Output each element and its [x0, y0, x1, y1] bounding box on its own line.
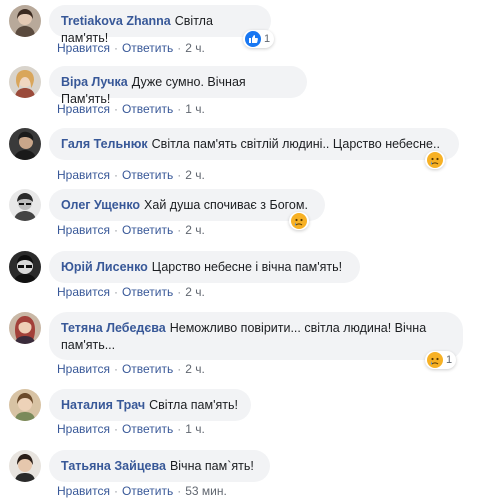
- reply-link[interactable]: Ответить: [122, 422, 173, 436]
- comment-author[interactable]: Галя Тельнюк: [61, 137, 148, 151]
- comment-author[interactable]: Віра Лучка: [61, 75, 128, 89]
- comment-bubble: Наталия Трач Світла пам'ять!: [49, 389, 251, 421]
- comment-bubble: Юрій Лисенко Царство небесне і вічна пам'…: [49, 251, 360, 283]
- comments-list: Tretiakova Zhanna Світла пам'ять! 1 Нрави…: [0, 0, 491, 502]
- reaction-count: 1: [264, 33, 271, 45]
- comment-author[interactable]: Наталия Трач: [61, 398, 145, 412]
- comment-author[interactable]: Юрій Лисенко: [61, 260, 148, 274]
- reply-link[interactable]: Ответить: [122, 484, 173, 498]
- avatar[interactable]: [9, 66, 41, 98]
- avatar[interactable]: [9, 128, 41, 160]
- comment-time[interactable]: 1 ч.: [185, 102, 205, 116]
- reaction-badge[interactable]: [289, 212, 309, 230]
- comment-text: Царство небесне і вічна пам'ять!: [151, 260, 343, 274]
- reply-link[interactable]: Ответить: [122, 362, 173, 376]
- comment-author[interactable]: Татьяна Зайцева: [61, 459, 166, 473]
- avatar[interactable]: [9, 450, 41, 482]
- reaction-badge[interactable]: 1: [243, 30, 275, 48]
- like-link[interactable]: Нравится: [57, 362, 110, 376]
- like-link[interactable]: Нравится: [57, 422, 110, 436]
- like-link[interactable]: Нравится: [57, 102, 110, 116]
- comment-bubble: Татьяна Зайцева Вічна пам`ять!: [49, 450, 270, 482]
- comment-time[interactable]: 2 ч.: [185, 168, 205, 182]
- comment-bubble: Віра Лучка Дуже сумно. Вічная Пам'ять!: [49, 66, 307, 106]
- comment-author[interactable]: Тетяна Лебедєва: [61, 321, 166, 335]
- comment-actions: Нравится · Ответить · 53 мин.: [57, 484, 227, 498]
- comment-actions: Нравится · Ответить · 1 ч.: [57, 422, 205, 436]
- comment-text: Світла пам'ять світлій людині.. Царство …: [151, 137, 440, 151]
- comment-actions: Нравится · Ответить · 2 ч.: [57, 285, 205, 299]
- comment-bubble: Tretiakova Zhanna Світла пам'ять!: [49, 5, 271, 45]
- avatar[interactable]: [9, 189, 41, 221]
- avatar[interactable]: [9, 5, 41, 37]
- reply-link[interactable]: Ответить: [122, 41, 173, 55]
- reply-link[interactable]: Ответить: [122, 168, 173, 182]
- comment-actions: Нравится · Ответить · 2 ч.: [57, 41, 205, 55]
- comment-time[interactable]: 2 ч.: [185, 362, 205, 376]
- like-link[interactable]: Нравится: [57, 484, 110, 498]
- comment-text: Світла пам'ять!: [149, 398, 238, 412]
- comment-time[interactable]: 2 ч.: [185, 41, 205, 55]
- reaction-badge[interactable]: [425, 151, 445, 169]
- sad-icon: [427, 352, 443, 368]
- reply-link[interactable]: Ответить: [122, 102, 173, 116]
- comment-text: Вічна пам`ять!: [169, 459, 254, 473]
- avatar[interactable]: [9, 251, 41, 283]
- like-link[interactable]: Нравится: [57, 285, 110, 299]
- avatar[interactable]: [9, 389, 41, 421]
- like-link[interactable]: Нравится: [57, 41, 110, 55]
- like-link[interactable]: Нравится: [57, 168, 110, 182]
- sad-icon: [291, 213, 307, 229]
- comment-bubble: Галя Тельнюк Світла пам'ять світлій людин…: [49, 128, 459, 160]
- reaction-count: 1: [446, 354, 453, 366]
- comment-actions: Нравится · Ответить · 2 ч.: [57, 223, 205, 237]
- reply-link[interactable]: Ответить: [122, 223, 173, 237]
- comment-time[interactable]: 2 ч.: [185, 285, 205, 299]
- comment-text: Хай душа спочиває з Богом.: [144, 198, 308, 212]
- sad-icon: [427, 152, 443, 168]
- like-link[interactable]: Нравится: [57, 223, 110, 237]
- reaction-badge[interactable]: 1: [425, 351, 457, 369]
- like-icon: [245, 31, 261, 47]
- comment-actions: Нравится · Ответить · 1 ч.: [57, 102, 205, 116]
- comment-actions: Нравится · Ответить · 2 ч.: [57, 362, 205, 376]
- comment-bubble: Тетяна Лебедєва Неможливо повірити... сві…: [49, 312, 463, 360]
- comment-time[interactable]: 53 мин.: [185, 484, 227, 498]
- comment-time[interactable]: 2 ч.: [185, 223, 205, 237]
- comment-author[interactable]: Tretiakova Zhanna: [61, 14, 171, 28]
- avatar[interactable]: [9, 312, 41, 344]
- comment-bubble: Олег Ущенко Хай душа спочиває з Богом.: [49, 189, 325, 221]
- comment-author[interactable]: Олег Ущенко: [61, 198, 140, 212]
- comment-time[interactable]: 1 ч.: [185, 422, 205, 436]
- reply-link[interactable]: Ответить: [122, 285, 173, 299]
- comment-actions: Нравится · Ответить · 2 ч.: [57, 168, 205, 182]
